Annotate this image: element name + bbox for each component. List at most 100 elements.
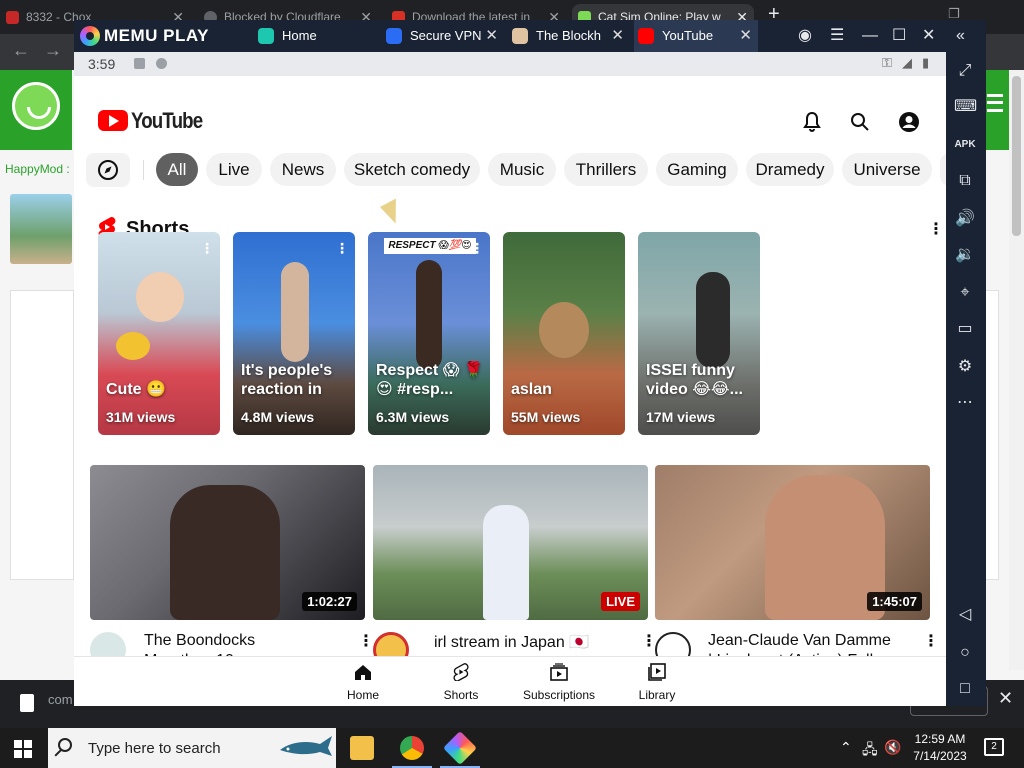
chip-all[interactable]: All	[156, 153, 198, 186]
memu-tab-home[interactable]: Home	[254, 20, 378, 52]
short-more-icon[interactable]: ⋮	[335, 240, 349, 257]
chip-thrillers[interactable]: Thrillers	[564, 153, 648, 186]
settings-icon[interactable]: ⚙	[954, 356, 976, 378]
video-title[interactable]: The Boondocks	[144, 632, 344, 650]
back-icon[interactable]: ←	[12, 40, 30, 61]
keyboard-icon[interactable]: ⌨	[954, 96, 977, 118]
apk-icon[interactable]: APK	[954, 134, 976, 156]
short-thumbnail	[696, 272, 730, 368]
multi-window-icon[interactable]: ⧉	[954, 170, 976, 192]
android-recents-icon[interactable]: □	[954, 678, 976, 700]
windows-start-icon[interactable]	[14, 740, 32, 758]
file-explorer-icon[interactable]	[350, 736, 374, 760]
video-more-icon[interactable]: ⋮	[923, 634, 939, 650]
download-filename[interactable]: com	[48, 692, 73, 707]
close-icon[interactable]: ✕	[998, 688, 1013, 709]
account-icon[interactable]: ◉	[798, 24, 812, 48]
close-icon[interactable]: ✕	[922, 24, 935, 48]
memu-tab-youtube[interactable]: YouTube ✕	[634, 20, 758, 52]
menu-icon[interactable]	[987, 94, 1003, 112]
short-card[interactable]: ⋮ It's people's reaction in th... 4.8M v…	[233, 232, 355, 435]
library-icon	[648, 663, 666, 681]
short-card[interactable]: aslan 55M views	[503, 232, 625, 435]
video-thumbnail[interactable]: 1:45:07	[655, 465, 930, 620]
short-thumbnail	[136, 272, 184, 322]
notification-icon	[134, 58, 145, 69]
android-status-bar: 3:59 ⚿ ◢ ▮	[74, 52, 946, 76]
short-views: 4.8M views	[241, 409, 315, 425]
network-icon[interactable]: 🖧	[862, 739, 878, 763]
chip-gaming[interactable]: Gaming	[656, 153, 738, 186]
chox-favicon-icon	[6, 11, 19, 24]
chip-sketch-comedy[interactable]: Sketch comedy	[344, 153, 480, 186]
memu-tab-blockh[interactable]: The Blockh ✕	[508, 20, 630, 52]
chip-live[interactable]: Live	[206, 153, 262, 186]
youtube-logo-text[interactable]: YouTube	[131, 108, 203, 134]
chip-dramedy[interactable]: Dramedy	[746, 153, 834, 186]
close-tab-icon[interactable]: ✕	[611, 20, 624, 52]
short-card[interactable]: ISSEI funny video 😂😂... 17M views	[638, 232, 760, 435]
volume-up-icon[interactable]: 🔊	[954, 208, 976, 230]
chip-music[interactable]: Music	[488, 153, 556, 186]
more-icon[interactable]: ⋯	[954, 392, 976, 414]
explore-button[interactable]	[86, 153, 130, 187]
short-thumbnail	[539, 302, 589, 358]
volume-icon[interactable]: 🔇	[884, 739, 901, 756]
maximize-icon[interactable]: ☐	[892, 24, 906, 48]
chip-more[interactable]	[940, 153, 946, 186]
short-card[interactable]: RESPECT 😱💯😍 ⋮ Respect 😱 🌹😍 #resp... 6.3M…	[368, 232, 490, 435]
notification-center-icon[interactable]: 2	[984, 738, 1004, 756]
menu-icon[interactable]: ☰	[830, 24, 844, 48]
short-more-icon[interactable]: ⋮	[200, 240, 214, 257]
video-thumbnail[interactable]: 1:02:27	[90, 465, 365, 620]
memu-side-toolbar: ⤢ ⌨ APK ⧉ 🔊 🔉 ⌖ ▭ ⚙ ⋯ ◁ ○ □	[946, 52, 986, 706]
short-card[interactable]: ⋮ Cute 😬 31M views	[98, 232, 220, 435]
happymod-label[interactable]: HappyMod :	[5, 162, 70, 176]
notifications-bell-icon[interactable]	[800, 110, 824, 134]
video-title[interactable]: irl stream in Japan 🇯🇵	[434, 632, 634, 652]
fullscreen-icon[interactable]: ⤢	[954, 60, 976, 82]
wifi-icon: ◢	[902, 55, 912, 70]
tray-expand-icon[interactable]: ⌃	[840, 739, 852, 756]
nav-home[interactable]: Home	[318, 657, 408, 706]
search-icon	[58, 738, 72, 752]
happymod-logo-icon[interactable]	[12, 82, 60, 130]
file-icon	[20, 694, 34, 712]
video-title[interactable]: Jean-Claude Van Damme	[708, 632, 918, 650]
chrome-icon[interactable]	[400, 736, 424, 760]
shorts-more-icon[interactable]: ⋮	[928, 222, 944, 238]
taskbar-search-box[interactable]: Type here to search	[48, 728, 336, 768]
collapse-sidebar-icon[interactable]: «	[956, 24, 965, 48]
chip-news[interactable]: News	[270, 153, 336, 186]
youtube-logo-icon[interactable]	[98, 110, 128, 131]
android-home-icon[interactable]: ○	[954, 642, 976, 664]
short-more-icon[interactable]: ⋮	[470, 240, 484, 257]
minimize-icon[interactable]: —	[862, 24, 878, 48]
vpn-key-icon: ⚿	[882, 55, 892, 70]
nav-shorts[interactable]: Shorts	[416, 657, 506, 706]
short-caption: ISSEI funny video 😂😂...	[646, 362, 743, 398]
folder-icon[interactable]: ▭	[954, 318, 976, 340]
close-tab-icon[interactable]: ✕	[485, 20, 498, 52]
android-back-icon[interactable]: ◁	[954, 604, 976, 626]
page-scrollbar[interactable]	[1009, 70, 1024, 670]
memu-logo-icon	[80, 26, 100, 46]
tab-label: Secure VPN	[410, 28, 482, 43]
taskbar-clock[interactable]: 12:59 AM 7/14/2023	[904, 731, 976, 765]
account-icon[interactable]	[897, 110, 921, 134]
nav-library[interactable]: Library	[612, 657, 702, 706]
memu-tab-vpn[interactable]: Secure VPN ✕	[382, 20, 504, 52]
nav-subscriptions[interactable]: Subscriptions	[514, 657, 604, 706]
nav-label: Home	[346, 688, 379, 702]
forward-icon[interactable]: →	[44, 40, 62, 61]
volume-down-icon[interactable]: 🔉	[954, 244, 976, 266]
video-thumbnail[interactable]: LIVE	[373, 465, 648, 620]
memu-taskbar-icon[interactable]	[443, 731, 477, 765]
tab-label: Home	[282, 28, 317, 43]
search-icon[interactable]	[848, 110, 872, 134]
chip-universe[interactable]: Universe	[842, 153, 932, 186]
close-tab-icon[interactable]: ✕	[739, 20, 752, 52]
video-more-icon[interactable]: ⋮	[358, 634, 374, 650]
game-thumbnail[interactable]	[10, 194, 72, 264]
location-icon[interactable]: ⌖	[954, 282, 976, 304]
